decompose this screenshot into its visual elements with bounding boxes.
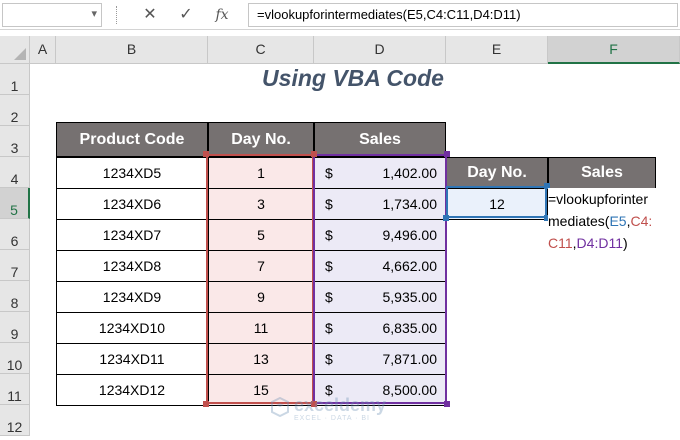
table-cell-sales[interactable]: $6,835.00 — [314, 312, 446, 344]
formula-input[interactable]: =vlookupforintermediates(E5,C4:C11,D4:D1… — [248, 3, 678, 27]
sales-amount: 9,496.00 — [382, 227, 438, 243]
row-header-2[interactable]: 2 — [0, 95, 30, 126]
table-header-day-no[interactable]: Day No. — [208, 122, 314, 157]
exceldemy-logo-icon — [271, 397, 289, 417]
table-cell-product-code[interactable]: 1234XD5 — [56, 157, 208, 189]
currency-symbol: $ — [325, 289, 333, 305]
edit-text-part: =vlookupforinter — [548, 191, 649, 207]
column-header-d[interactable]: D — [314, 36, 446, 64]
range-handle[interactable] — [444, 401, 450, 407]
currency-symbol: $ — [325, 258, 333, 274]
lookup-header-sales[interactable]: Sales — [548, 157, 656, 189]
column-header-e[interactable]: E — [446, 36, 548, 64]
column-header-b[interactable]: B — [56, 36, 208, 64]
row-header-12[interactable]: 12 — [0, 405, 30, 436]
row-header-4[interactable]: 4 — [0, 157, 30, 188]
sales-amount: 1,402.00 — [382, 165, 438, 181]
watermark-name: exceldemy — [294, 395, 387, 415]
currency-symbol: $ — [325, 227, 333, 243]
select-all-triangle-icon — [14, 48, 26, 60]
table-cell-day-no[interactable]: 5 — [208, 219, 314, 251]
row-header-9[interactable]: 9 — [0, 312, 30, 343]
range-handle[interactable] — [203, 151, 209, 157]
row-header-11[interactable]: 11 — [0, 374, 30, 405]
formula-bar-divider — [116, 6, 117, 24]
row-header-6[interactable]: 6 — [0, 219, 30, 250]
table-cell-day-no[interactable]: 13 — [208, 343, 314, 375]
name-box[interactable]: ▾ — [2, 3, 102, 27]
row-header-10[interactable]: 10 — [0, 343, 30, 374]
sales-amount: 1,734.00 — [382, 196, 438, 212]
lookup-header-day-no[interactable]: Day No. — [446, 157, 548, 189]
table-header-product-code[interactable]: Product Code — [56, 122, 208, 157]
table-cell-product-code[interactable]: 1234XD9 — [56, 281, 208, 313]
table-cell-product-code[interactable]: 1234XD12 — [56, 374, 208, 406]
edit-ref-e5: E5 — [609, 213, 627, 229]
table-cell-product-code[interactable]: 1234XD8 — [56, 250, 208, 282]
table-cell-sales[interactable]: $9,496.00 — [314, 219, 446, 251]
edit-text-part: mediates( — [548, 213, 610, 229]
table-cell-day-no[interactable]: 3 — [208, 188, 314, 220]
table-cell-product-code[interactable]: 1234XD7 — [56, 219, 208, 251]
sales-amount: 7,871.00 — [382, 351, 438, 367]
table-cell-day-no[interactable]: 9 — [208, 281, 314, 313]
table-cell-product-code[interactable]: 1234XD10 — [56, 312, 208, 344]
table-cell-day-no[interactable]: 1 — [208, 157, 314, 189]
table-cell-sales[interactable]: $5,935.00 — [314, 281, 446, 313]
select-all-button[interactable] — [0, 36, 30, 64]
table-cell-product-code[interactable]: 1234XD11 — [56, 343, 208, 375]
row-header-5[interactable]: 5 — [0, 188, 30, 219]
currency-symbol: $ — [325, 351, 333, 367]
table-header-sales[interactable]: Sales — [314, 122, 446, 157]
table-cell-product-code[interactable]: 1234XD6 — [56, 188, 208, 220]
formula-bar: ▾ ✕ ✓ fx =vlookupforintermediates(E5,C4:… — [0, 0, 680, 30]
range-handle[interactable] — [444, 151, 450, 157]
cancel-icon[interactable]: ✕ — [138, 4, 162, 26]
edit-ref-c4: C4: — [630, 213, 653, 229]
cell-e5-day-input[interactable]: 12 — [446, 188, 548, 220]
table-cell-sales[interactable]: $1,734.00 — [314, 188, 446, 220]
insert-function-icon[interactable]: fx — [210, 4, 234, 26]
sheet-title: Using VBA Code — [262, 65, 444, 91]
currency-symbol: $ — [325, 196, 333, 212]
sales-amount: 4,662.00 — [382, 258, 438, 274]
edit-text-close: ) — [622, 235, 628, 251]
row-header-3[interactable]: 3 — [0, 126, 30, 157]
column-header-f[interactable]: F — [548, 36, 680, 64]
watermark-tagline: EXCEL · DATA · BI — [294, 415, 370, 422]
exceldemy-watermark: exceldemy EXCEL · DATA · BI — [270, 395, 420, 425]
sales-amount: 5,935.00 — [382, 289, 438, 305]
row-header-7[interactable]: 7 — [0, 250, 30, 281]
edit-ref-d4-d11: D4:D11 — [576, 235, 623, 251]
range-handle[interactable] — [311, 151, 317, 157]
column-header-c[interactable]: C — [208, 36, 314, 64]
range-handle[interactable] — [443, 215, 449, 221]
chevron-down-icon[interactable]: ▾ — [91, 7, 97, 20]
table-cell-day-no[interactable]: 11 — [208, 312, 314, 344]
edit-ref-c11: C11 — [548, 235, 573, 251]
table-cell-day-no[interactable]: 7 — [208, 250, 314, 282]
range-handle[interactable] — [203, 401, 209, 407]
table-cell-sales[interactable]: $7,871.00 — [314, 343, 446, 375]
currency-symbol: $ — [325, 165, 333, 181]
column-header-a[interactable]: A — [30, 36, 56, 64]
table-cell-sales[interactable]: $1,402.00 — [314, 157, 446, 189]
currency-symbol: $ — [325, 320, 333, 336]
table-cell-sales[interactable]: $4,662.00 — [314, 250, 446, 282]
enter-icon[interactable]: ✓ — [174, 4, 198, 26]
row-header-1[interactable]: 1 — [0, 64, 30, 95]
row-header-8[interactable]: 8 — [0, 281, 30, 312]
sales-amount: 6,835.00 — [382, 320, 438, 336]
cell-f5-editor[interactable]: =vlookupforinter mediates(E5,C4: C11,D4:… — [548, 188, 678, 254]
